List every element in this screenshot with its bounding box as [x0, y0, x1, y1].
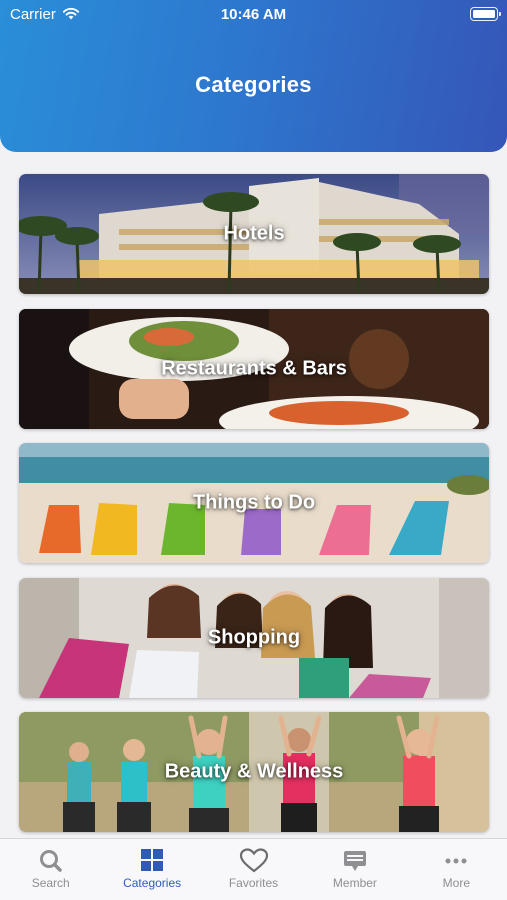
tab-search[interactable]: Search: [0, 839, 101, 900]
member-card-icon: [343, 851, 366, 871]
tab-member[interactable]: Member: [304, 839, 405, 900]
heart-icon: [239, 848, 268, 873]
tab-label: Favorites: [228, 876, 279, 890]
tab-favorites[interactable]: Favorites: [203, 839, 304, 900]
tab-label: Categories: [123, 876, 182, 890]
category-label: Restaurants & Bars: [161, 357, 347, 380]
category-card-hotels[interactable]: Hotels: [19, 174, 489, 294]
tab-label: Search: [31, 876, 70, 890]
page-title: Categories: [195, 72, 312, 97]
header: Carrier 10:46 AM Categories: [0, 0, 507, 152]
tab-label: More: [442, 876, 470, 890]
category-label: Things to Do: [192, 491, 316, 514]
tab-more[interactable]: More: [406, 839, 507, 900]
tab-bar: Search Categories Favorites Member More: [0, 838, 507, 900]
status-bar: Carrier 10:46 AM: [0, 0, 507, 30]
search-icon: [39, 850, 62, 872]
tab-label: Member: [332, 876, 377, 890]
category-label: Beauty & Wellness: [164, 760, 344, 783]
clock: 10:46 AM: [220, 6, 287, 23]
more-dots-icon: [445, 858, 467, 864]
category-label: Hotels: [223, 222, 285, 245]
category-card-shopping[interactable]: Shopping: [19, 578, 489, 698]
tab-categories[interactable]: Categories: [101, 839, 202, 900]
category-label: Shopping: [207, 626, 301, 649]
category-card-things-to-do[interactable]: Things to Do: [19, 443, 489, 563]
category-card-restaurants-bars[interactable]: Restaurants & Bars: [19, 309, 489, 429]
category-card-beauty-wellness[interactable]: Beauty & Wellness: [19, 712, 489, 832]
battery-icon: [470, 7, 501, 21]
grid-icon: [141, 849, 164, 871]
